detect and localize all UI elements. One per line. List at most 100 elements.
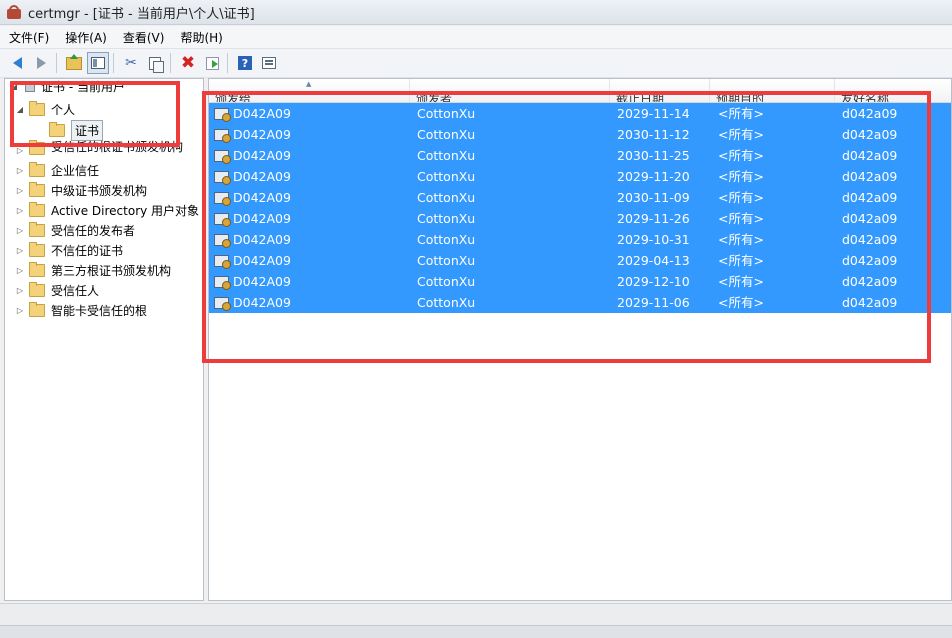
certificate-icon bbox=[214, 127, 231, 143]
cell-expiration: 2029-11-26 bbox=[617, 211, 690, 226]
cell-purposes: <所有> bbox=[718, 253, 764, 268]
table-row[interactable]: D042A09 CottonXu 2030-11-09 <所有> d042a09 bbox=[209, 187, 951, 208]
export-button[interactable] bbox=[201, 52, 223, 74]
forward-button[interactable] bbox=[30, 52, 52, 74]
cell-expiration: 2029-11-06 bbox=[617, 295, 690, 310]
certificates-root-icon bbox=[23, 80, 35, 92]
collapse-arrow-icon[interactable]: ◢ bbox=[15, 105, 25, 114]
expand-arrow-icon[interactable]: ▷ bbox=[15, 286, 25, 295]
certificate-icon bbox=[214, 232, 231, 248]
cell-issued-by: CottonXu bbox=[417, 148, 476, 163]
cell-issued-to: D042A09 bbox=[233, 127, 291, 142]
table-row[interactable]: D042A09 CottonXu 2029-11-14 <所有> d042a09 bbox=[209, 103, 951, 124]
tree-item[interactable]: ▷ 受信任的根证书颁发机构 bbox=[15, 140, 183, 155]
certificate-list-pane[interactable]: 颁发给 ▲ 颁发者 截止日期 预期目的 友好名称 D042A09 CottonXu… bbox=[208, 78, 952, 601]
cell-issued-by: CottonXu bbox=[417, 253, 476, 268]
table-row[interactable]: D042A09 CottonXu 2029-12-10 <所有> d042a09 bbox=[209, 271, 951, 292]
tree-item[interactable]: ▷ Active Directory 用户对象 bbox=[15, 200, 199, 220]
cut-icon: ✂ bbox=[125, 55, 137, 71]
tree-item-label: 受信任人 bbox=[51, 283, 100, 298]
show-hide-tree-button[interactable] bbox=[87, 52, 109, 74]
list-header: 颁发给 ▲ 颁发者 截止日期 预期目的 友好名称 bbox=[209, 79, 951, 103]
cell-friendly-name: d042a09 bbox=[842, 148, 898, 163]
tree-item[interactable]: ▷ 智能卡受信任的根 bbox=[15, 300, 147, 320]
column-header-label: 颁发给 bbox=[215, 92, 252, 102]
help-button[interactable]: ? bbox=[234, 52, 256, 74]
column-header-friendly-name[interactable]: 友好名称 bbox=[835, 79, 951, 102]
cell-issued-to: D042A09 bbox=[233, 106, 291, 121]
certificate-icon bbox=[214, 274, 231, 290]
table-row[interactable]: D042A09 CottonXu 2029-11-20 <所有> d042a09 bbox=[209, 166, 951, 187]
table-row[interactable]: D042A09 CottonXu 2029-10-31 <所有> d042a09 bbox=[209, 229, 951, 250]
expand-arrow-icon[interactable]: ▷ bbox=[15, 266, 25, 275]
tree-item[interactable]: ▷ 不信任的证书 bbox=[15, 240, 123, 260]
column-header-label: 截止日期 bbox=[616, 92, 665, 102]
menu-file[interactable]: 文件(F) bbox=[2, 29, 56, 46]
cell-issued-by: CottonXu bbox=[417, 295, 476, 310]
back-button[interactable] bbox=[6, 52, 28, 74]
tree-root[interactable]: ◢ 证书 - 当前用户 bbox=[9, 79, 125, 94]
cell-expiration: 2029-12-10 bbox=[617, 274, 690, 289]
cell-issued-by: CottonXu bbox=[417, 169, 476, 184]
toolbar-separator bbox=[227, 53, 228, 73]
expand-arrow-icon[interactable]: ▷ bbox=[15, 146, 25, 155]
menu-action[interactable]: 操作(A) bbox=[58, 29, 114, 46]
folder-icon bbox=[29, 281, 45, 297]
tree-item[interactable]: ▷ 中级证书颁发机构 bbox=[15, 180, 147, 200]
cell-purposes: <所有> bbox=[718, 169, 764, 184]
cell-friendly-name: d042a09 bbox=[842, 127, 898, 142]
cut-button[interactable]: ✂ bbox=[120, 52, 142, 74]
cell-issued-to: D042A09 bbox=[233, 148, 291, 163]
expand-arrow-icon[interactable]: ▷ bbox=[15, 206, 25, 215]
cell-issued-to: D042A09 bbox=[233, 190, 291, 205]
collapse-arrow-icon[interactable]: ◢ bbox=[9, 82, 19, 91]
tree-item[interactable]: ▷ 第三方根证书颁发机构 bbox=[15, 260, 171, 280]
tree-item[interactable]: ▷ 受信任人 bbox=[15, 280, 99, 300]
tree-item-label: 受信任的发布者 bbox=[51, 223, 136, 238]
expand-arrow-icon[interactable]: ▷ bbox=[15, 186, 25, 195]
table-row[interactable]: D042A09 CottonXu 2029-11-06 <所有> d042a09 bbox=[209, 292, 951, 313]
expand-arrow-icon[interactable]: ▷ bbox=[15, 166, 25, 175]
cell-issued-by: CottonXu bbox=[417, 127, 476, 142]
folder-icon bbox=[29, 241, 45, 257]
column-header-issued-by[interactable]: 颁发者 bbox=[410, 79, 610, 102]
expand-arrow-icon[interactable]: ▷ bbox=[15, 246, 25, 255]
tree-item-personal[interactable]: ◢ 个人 bbox=[15, 99, 75, 119]
delete-button[interactable]: ✖ bbox=[177, 52, 199, 74]
certmgr-app-icon bbox=[6, 4, 22, 20]
column-header-expiration[interactable]: 截止日期 bbox=[610, 79, 710, 102]
up-folder-button[interactable] bbox=[63, 52, 85, 74]
tree-item-certificates[interactable]: 证书 bbox=[49, 119, 104, 141]
column-header-purposes[interactable]: 预期目的 bbox=[710, 79, 835, 102]
toolbar-separator bbox=[56, 53, 57, 73]
expand-arrow-icon[interactable]: ▷ bbox=[15, 306, 25, 315]
copy-button[interactable] bbox=[144, 52, 166, 74]
tree-item[interactable]: ▷ 受信任的发布者 bbox=[15, 220, 135, 240]
menu-help[interactable]: 帮助(H) bbox=[173, 29, 229, 46]
cell-friendly-name: d042a09 bbox=[842, 190, 898, 205]
folder-icon bbox=[29, 161, 45, 177]
cell-expiration: 2029-11-14 bbox=[617, 106, 690, 121]
table-row[interactable]: D042A09 CottonXu 2030-11-25 <所有> d042a09 bbox=[209, 145, 951, 166]
cell-expiration: 2029-10-31 bbox=[617, 232, 690, 247]
cell-friendly-name: d042a09 bbox=[842, 211, 898, 226]
cell-expiration: 2030-11-09 bbox=[617, 190, 690, 205]
cell-purposes: <所有> bbox=[718, 274, 764, 289]
certificate-icon bbox=[214, 295, 231, 311]
show-hide-tree-icon bbox=[91, 57, 105, 69]
tree-item[interactable]: ▷ 企业信任 bbox=[15, 160, 99, 180]
folder-icon bbox=[29, 140, 45, 155]
table-row[interactable]: D042A09 CottonXu 2029-11-26 <所有> d042a09 bbox=[209, 208, 951, 229]
properties-button[interactable] bbox=[258, 52, 280, 74]
cell-purposes: <所有> bbox=[718, 148, 764, 163]
cell-issued-to: D042A09 bbox=[233, 295, 291, 310]
copy-icon bbox=[149, 56, 164, 73]
cell-issued-by: CottonXu bbox=[417, 190, 476, 205]
expand-arrow-icon[interactable]: ▷ bbox=[15, 226, 25, 235]
tree-pane[interactable]: ◢ 证书 - 当前用户 ◢ 个人 证书 ▷ 受信任的根证书颁发机构 ▷ 企业信任… bbox=[4, 78, 204, 601]
tree-item-personal-label: 个人 bbox=[51, 102, 76, 117]
menu-view[interactable]: 查看(V) bbox=[116, 29, 172, 46]
table-row[interactable]: D042A09 CottonXu 2029-04-13 <所有> d042a09 bbox=[209, 250, 951, 271]
tree-item-label: 不信任的证书 bbox=[51, 243, 124, 258]
table-row[interactable]: D042A09 CottonXu 2030-11-12 <所有> d042a09 bbox=[209, 124, 951, 145]
